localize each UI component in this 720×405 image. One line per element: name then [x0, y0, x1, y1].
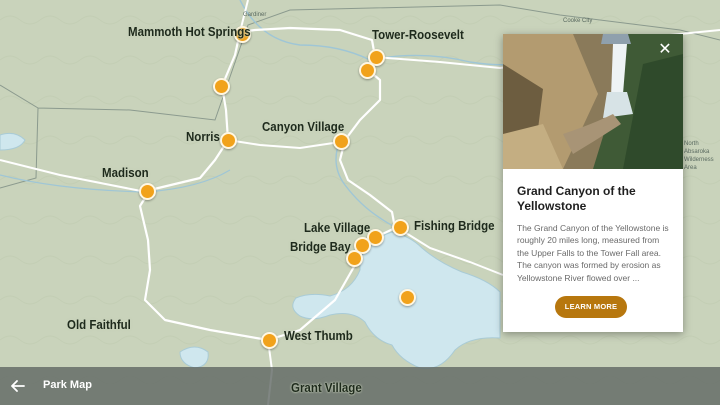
marker-canyon[interactable] — [333, 133, 350, 150]
label-west-thumb[interactable]: West Thumb — [284, 329, 353, 343]
close-icon[interactable]: ✕ — [657, 42, 673, 58]
card-description: The Grand Canyon of the Yellowstone is r… — [517, 223, 669, 283]
cooke-city-label: Cooke City — [563, 18, 593, 24]
label-norris[interactable]: Norris — [186, 130, 220, 144]
card-title: Grand Canyon of the Yellowstone — [517, 184, 636, 213]
gardiner-label: Gardiner — [243, 12, 267, 18]
marker-norris-north[interactable] — [213, 78, 230, 95]
label-canyon-village[interactable]: Canyon Village — [262, 120, 344, 134]
wilderness-label: North Absaroka Wilderness Area — [684, 141, 714, 171]
label-fishing-bridge[interactable]: Fishing Bridge — [414, 219, 495, 233]
marker-tower-2[interactable] — [359, 62, 376, 79]
marker-madison[interactable] — [139, 183, 156, 200]
marker-norris[interactable] — [220, 132, 237, 149]
poi-card: ✕ Grand Canyon of the Yellowstone The Gr… — [503, 34, 683, 332]
marker-west-thumb[interactable] — [261, 332, 278, 349]
bar-title: Park Map — [43, 379, 92, 391]
label-lake-village[interactable]: Lake Village — [304, 221, 370, 235]
label-old-faithful[interactable]: Old Faithful — [67, 318, 131, 332]
learn-more-button[interactable]: LEARN MORE — [555, 296, 627, 318]
label-grant-village[interactable]: Grant Village — [291, 381, 362, 395]
label-bridge-bay[interactable]: Bridge Bay — [290, 240, 351, 254]
label-tower-roosevelt[interactable]: Tower-Roosevelt — [372, 28, 464, 42]
marker-fishing-bridge[interactable] — [392, 219, 409, 236]
arrow-left-icon[interactable] — [9, 377, 27, 395]
card-photo — [503, 34, 683, 169]
label-madison[interactable]: Madison — [102, 166, 149, 180]
label-mammoth[interactable]: Mammoth Hot Springs — [128, 25, 251, 39]
marker-lake-east[interactable] — [399, 289, 416, 306]
